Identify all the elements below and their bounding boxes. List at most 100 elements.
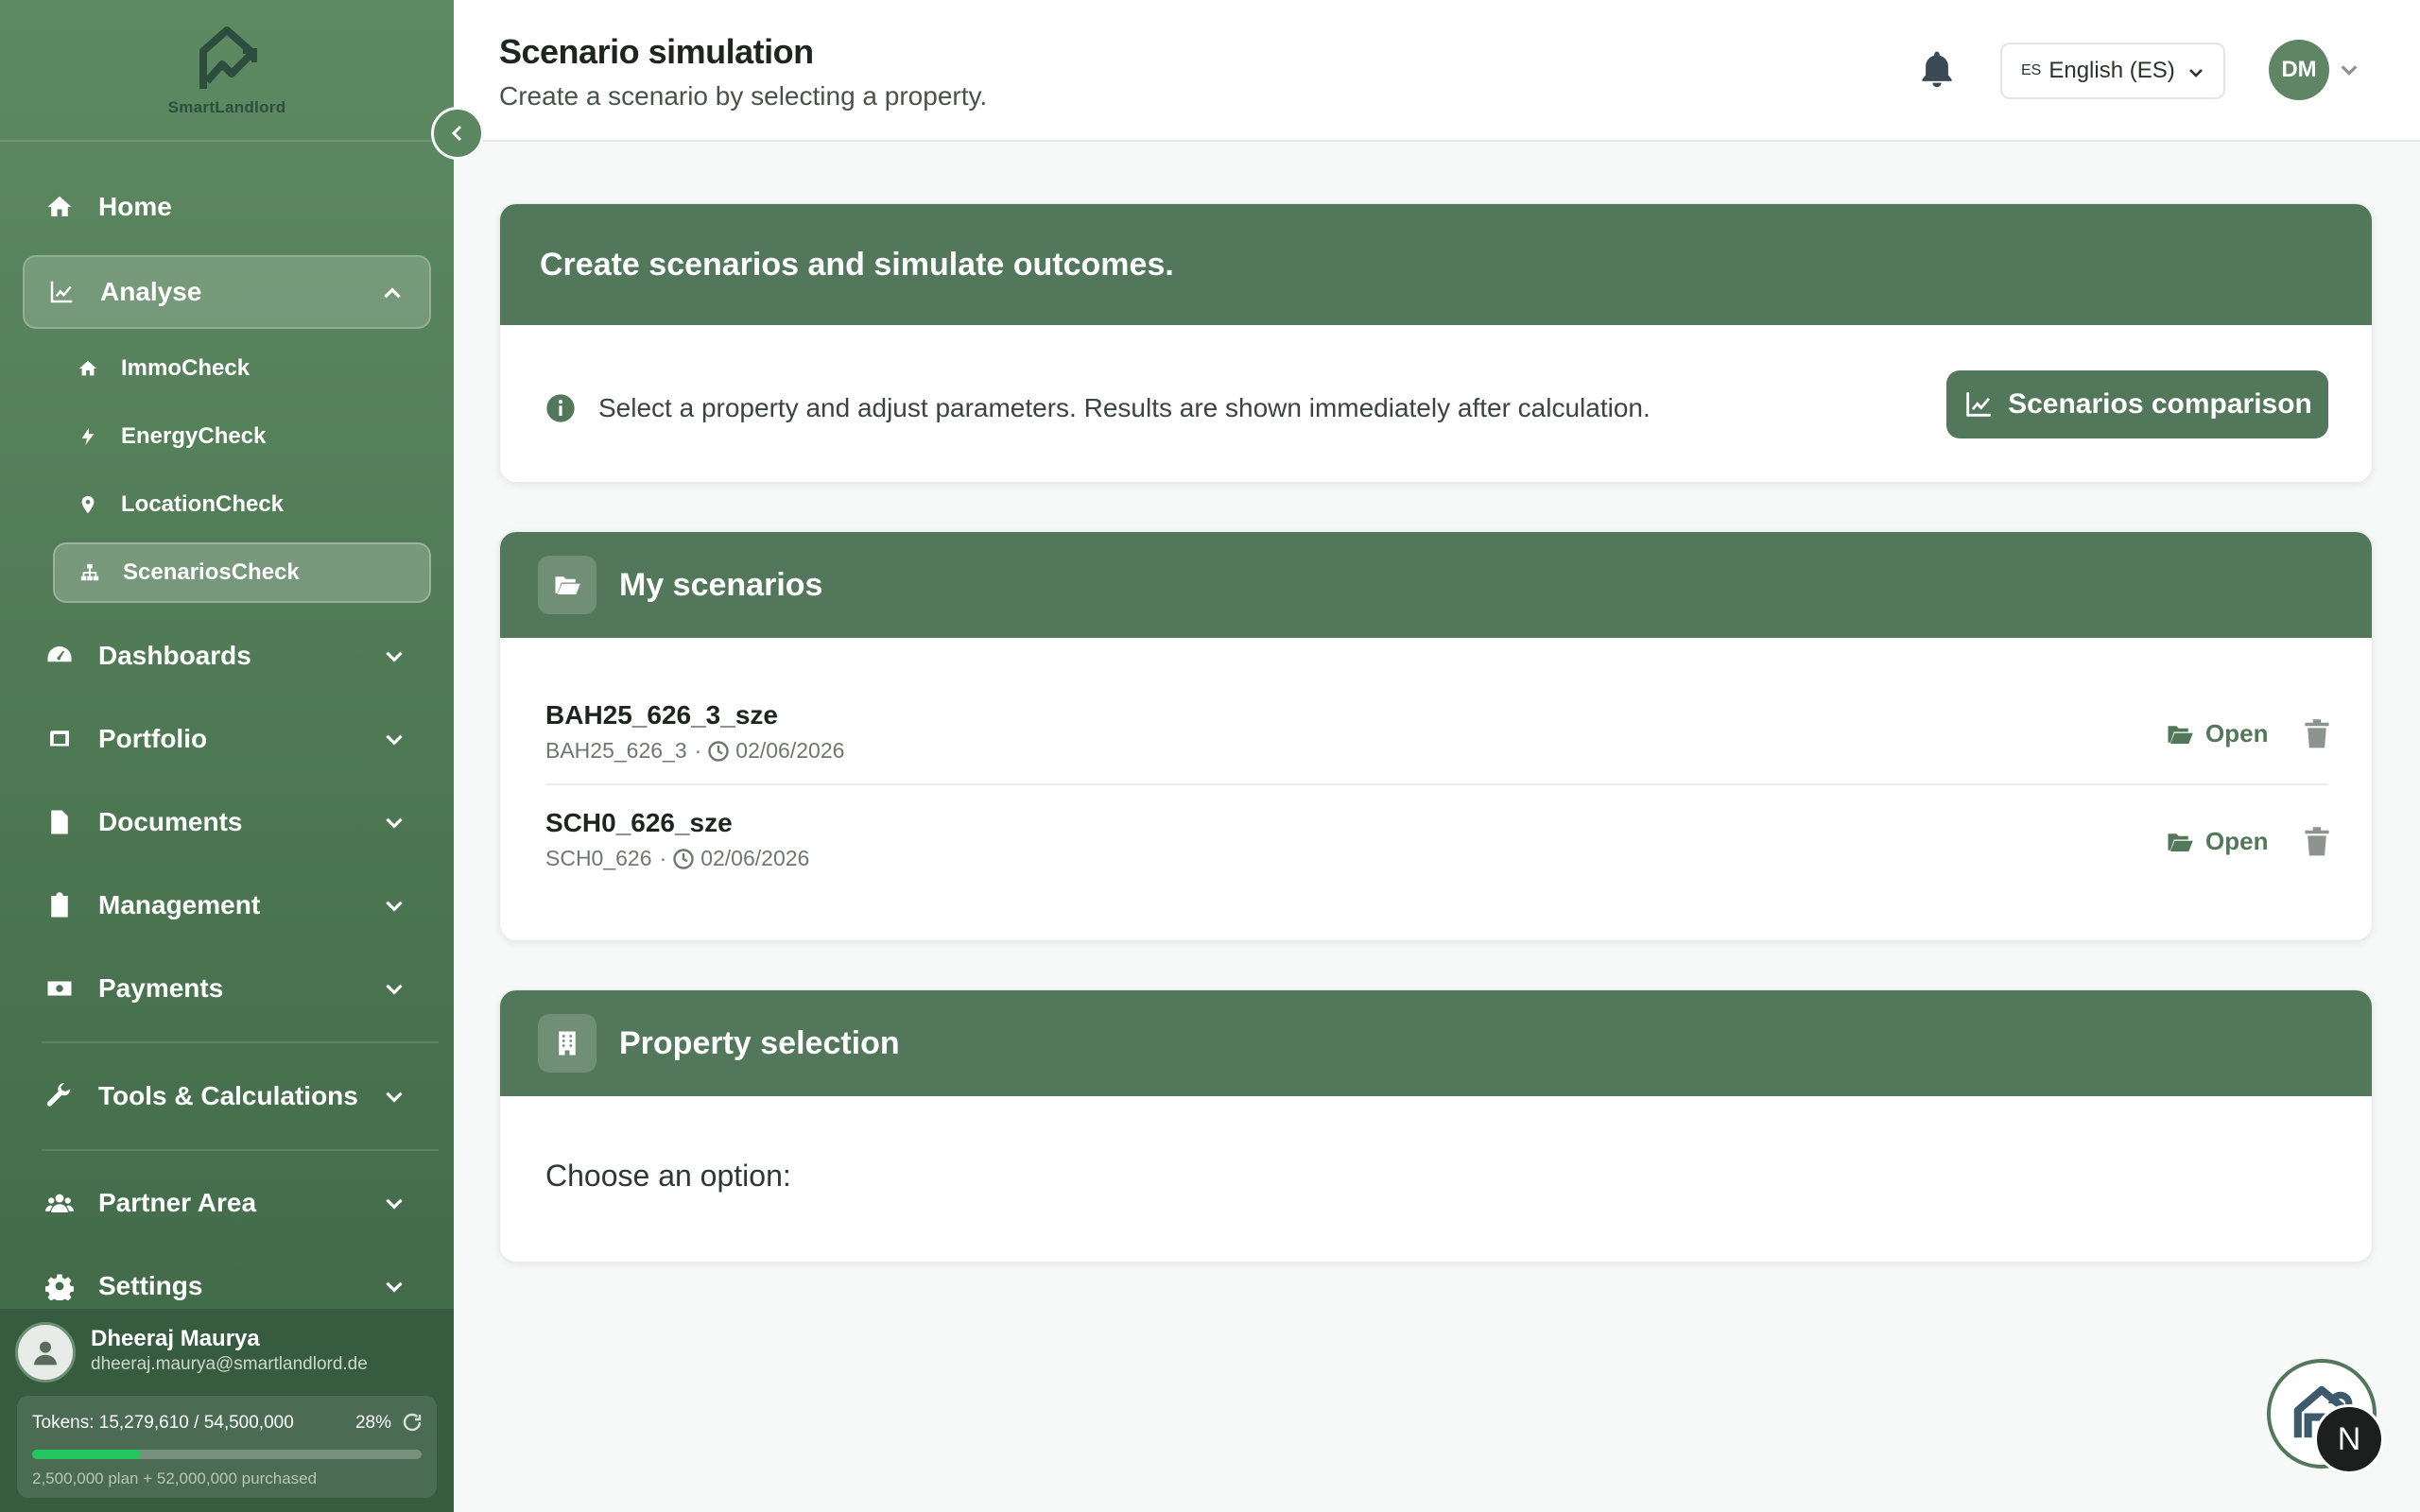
home-icon [43,191,76,223]
sidebar-item-dashboards[interactable]: Dashboards [23,619,431,693]
top-header: Scenario simulation Create a scenario by… [454,0,2420,142]
sidebar-item-label: Payments [98,973,224,1003]
sidebar-item-home[interactable]: Home [23,170,431,244]
open-label: Open [2205,719,2269,747]
scenario-meta-separator: · [659,846,667,870]
wrench-icon [43,1080,76,1112]
chevron-down-icon [386,651,403,662]
sidebar-item-management[interactable]: Management [23,868,431,942]
scenario-property: BAH25_626_3 [545,738,687,763]
scenario-property: SCH0_626 [545,846,652,870]
open-label: Open [2205,827,2269,855]
sidebar-item-label: Analyse [100,277,202,306]
property-selection-title: Property selection [619,1024,900,1061]
chevron-down-icon [386,901,403,912]
home-icon [76,356,100,381]
scenarios-comparison-button[interactable]: Scenarios comparison [1946,370,2328,438]
sidebar-divider [42,1149,439,1151]
money-icon [43,972,76,1005]
sidebar-item-label: Tools & Calculations [98,1081,358,1110]
sidebar-item-label: LocationCheck [121,491,285,517]
my-scenarios-card: My scenarios BAH25_626_3_sze BAH25_626_3… [499,531,2373,941]
sidebar-item-documents[interactable]: Documents [23,785,431,859]
scenario-name: BAH25_626_3_sze [545,700,778,730]
sidebar-item-label: Home [98,192,172,221]
sidebar-item-label: Partner Area [98,1188,257,1217]
my-scenarios-title: My scenarios [619,566,823,603]
chevron-up-icon [384,287,401,299]
chevron-left-icon [451,125,462,142]
language-code: ES [2021,62,2042,78]
list-item: SCH0_626_sze SCH0_626 · 02/06/2026 Open [545,787,2330,893]
sidebar-item-label: ImmoCheck [121,355,251,381]
language-select[interactable]: ES English (ES) [2000,43,2225,99]
sidebar: SmartLandlord Home Analyse ImmoCheck Ene… [0,0,454,1512]
sidebar-item-portfolio[interactable]: Portfolio [23,702,431,776]
language-label: English (ES) [2048,58,2175,83]
info-text: Select a property and adjust parameters.… [598,393,1651,422]
collapse-sidebar-button[interactable] [431,107,484,160]
clipboard-icon [43,889,76,921]
intro-card-title: Create scenarios and simulate outcomes. [540,246,1174,283]
sidebar-divider [42,1041,439,1043]
sidebar-item-label: Dashboards [98,641,251,670]
gear-icon [43,1270,76,1302]
open-scenario-button[interactable]: Open [2166,827,2268,856]
property-selection-card: Property selection Choose an option: [499,989,2373,1263]
chart-line-icon [45,276,78,308]
scenario-date: 02/06/2026 [735,738,845,763]
intro-card: Create scenarios and simulate outcomes. … [499,203,2373,483]
chevron-down-icon [386,984,403,995]
sidebar-item-payments[interactable]: Payments [23,952,431,1025]
sidebar-item-label: Documents [98,807,243,836]
user-icon [34,1341,57,1366]
folder-open-icon [538,556,596,614]
scenario-list: BAH25_626_3_sze BAH25_626_3 · 02/06/2026… [500,638,2372,940]
token-progress-fill [32,1450,142,1459]
sidebar-item-analyse[interactable]: Analyse [23,255,431,329]
property-selection-header: Property selection [500,990,2372,1096]
scenario-meta-separator: · [694,738,702,763]
my-scenarios-header: My scenarios [500,532,2372,638]
document-icon [43,806,76,838]
list-item: BAH25_626_3_sze BAH25_626_3 · 02/06/2026… [545,679,2330,785]
scenario-date: 02/06/2026 [700,846,810,870]
logo-icon [199,26,257,89]
sidebar-item-label: ScenariosCheck [123,559,300,585]
location-pin-icon [76,492,100,517]
intro-card-header: Create scenarios and simulate outcomes. [500,204,2372,325]
scenario-meta: SCH0_626 · 02/06/2026 [545,846,809,871]
user-email: dheeraj.maurya@smartlandlord.de [91,1354,368,1374]
logo[interactable]: SmartLandlord [0,0,454,142]
users-icon [43,1187,76,1219]
scenario-name: SCH0_626_sze [545,808,733,837]
bell-icon[interactable] [1916,47,1958,91]
chevron-down-icon[interactable] [2339,60,2360,80]
trash-icon[interactable] [2304,717,2330,749]
sidebar-item-scenarioscheck[interactable]: ScenariosCheck [53,542,431,603]
token-usage: Tokens: 15,279,610 / 54,500,000 28% 2,50… [17,1396,437,1498]
open-scenario-button[interactable]: Open [2166,719,2268,748]
token-progress-bar [32,1450,422,1459]
folder-open-icon [2168,833,2193,851]
sidebar-item-immocheck[interactable]: ImmoCheck [53,338,431,399]
page-subtitle: Create a scenario by selecting a propert… [499,81,988,111]
chevron-down-icon [386,734,403,746]
portfolio-icon [43,723,76,755]
trash-icon[interactable] [2304,825,2330,857]
token-breakdown: 2,500,000 plan + 52,000,000 purchased [32,1469,318,1487]
info-icon [546,394,575,422]
avatar[interactable] [15,1322,76,1383]
user-panel: Dheeraj Maurya dheeraj.maurya@smartlandl… [0,1309,454,1512]
sidebar-item-energycheck[interactable]: EnergyCheck [53,406,431,467]
sidebar-item-tools[interactable]: Tools & Calculations [23,1059,431,1133]
scenario-meta: BAH25_626_3 · 02/06/2026 [545,738,844,764]
building-icon [538,1014,596,1073]
user-avatar-button[interactable]: DM [2269,40,2329,100]
clock-icon [673,848,694,869]
notification-badge[interactable]: N [2314,1404,2384,1474]
refresh-icon[interactable] [401,1411,424,1434]
sidebar-item-locationcheck[interactable]: LocationCheck [53,474,431,535]
sidebar-item-partner-area[interactable]: Partner Area [23,1166,431,1240]
chevron-down-icon [386,817,403,829]
